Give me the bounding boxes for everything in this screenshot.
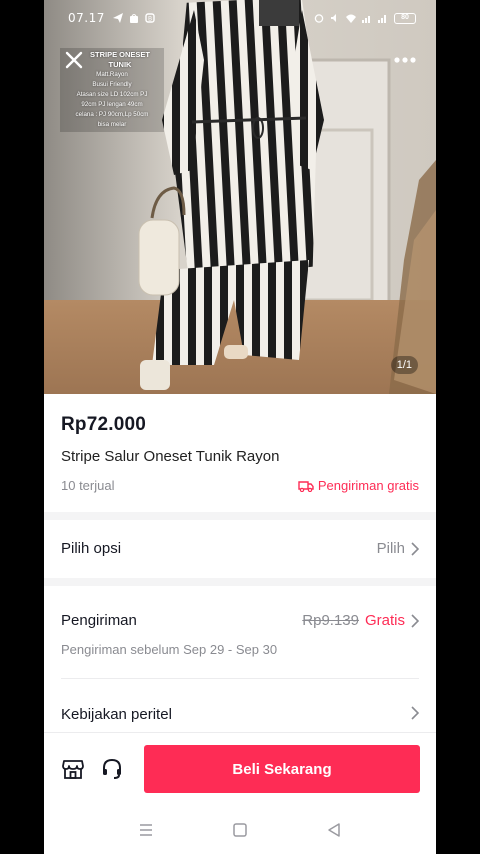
buy-now-button[interactable]: Beli Sekarang <box>144 745 420 793</box>
policy-row[interactable]: Kebijakan peritel <box>44 682 436 730</box>
options-label: Pilih opsi <box>61 540 122 557</box>
section-gap <box>44 512 436 520</box>
signal-icon <box>362 16 370 23</box>
mute-icon <box>331 14 336 22</box>
wifi-icon <box>346 14 356 23</box>
customer-service-icon[interactable] <box>100 757 124 781</box>
phone-screen: STRIPE ONESET TUNIK Matt.Rayon Busui Fri… <box>44 0 436 854</box>
truck-icon <box>298 480 314 492</box>
send-icon <box>112 13 123 23</box>
chevron-right-icon <box>411 706 419 720</box>
shipping-estimate: Pengiriman sebelum Sep 29 - Sep 30 <box>61 642 278 657</box>
alarm-icon <box>314 14 324 23</box>
menu-icon[interactable] <box>138 822 154 838</box>
policy-chevron-group <box>411 706 419 720</box>
options-row[interactable]: Pilih opsi Pilih <box>44 520 436 576</box>
product-info: Rp72.000 Stripe Salur Oneset Tunik Rayon… <box>44 394 436 732</box>
back-icon[interactable] <box>326 822 342 838</box>
chevron-right-icon <box>411 613 419 628</box>
action-bar: Beli Sekarang <box>44 732 436 804</box>
shipping-label: Pengiriman <box>61 612 137 629</box>
divider <box>61 678 419 679</box>
status-bar: 07.17 B 80 <box>44 0 436 36</box>
notification-icon: B <box>145 13 155 23</box>
home-icon[interactable] <box>232 822 248 838</box>
more-options-icon[interactable] <box>390 48 420 72</box>
caption-line: bisa melar <box>97 121 127 128</box>
product-name: Stripe Salur Oneset Tunik Rayon <box>61 448 280 465</box>
shipping-row[interactable]: Pengiriman Rp9.139 Gratis Pengiriman seb… <box>44 586 436 670</box>
shipping-price: Gratis <box>364 612 405 629</box>
chevron-right-icon <box>411 541 419 556</box>
sold-count: 10 terjual <box>61 478 115 493</box>
shipping-price-group: Rp9.139 Gratis <box>302 612 419 629</box>
free-shipping-label: Pengiriman gratis <box>317 478 419 493</box>
product-price: Rp72.000 <box>61 414 147 435</box>
shopping-bag-icon <box>129 14 138 23</box>
svg-text:B: B <box>148 16 152 23</box>
caption-line: celana : PJ 90cm,Lp 50cm <box>75 111 149 118</box>
shop-icon[interactable] <box>61 757 85 781</box>
battery-icon: 80 <box>394 12 416 24</box>
signal-icon <box>378 15 386 23</box>
options-value: Pilih <box>376 540 405 557</box>
shipping-original-price: Rp9.139 <box>302 612 359 629</box>
free-shipping-badge: Pengiriman gratis <box>298 478 419 493</box>
system-nav-bar <box>44 804 436 854</box>
caption-line: Busui Friendly <box>92 81 132 88</box>
policy-label: Kebijakan peritel <box>61 706 172 723</box>
caption-line: Atasan size LD 102cm PJ <box>76 91 148 98</box>
close-icon[interactable] <box>62 48 86 72</box>
options-value-group: Pilih <box>377 540 419 557</box>
image-counter: 1/1 <box>390 356 418 374</box>
caption-line: 92cm PJ lengan 49cm <box>81 101 143 108</box>
status-time: 07.17 <box>68 11 105 25</box>
section-gap <box>44 578 436 586</box>
